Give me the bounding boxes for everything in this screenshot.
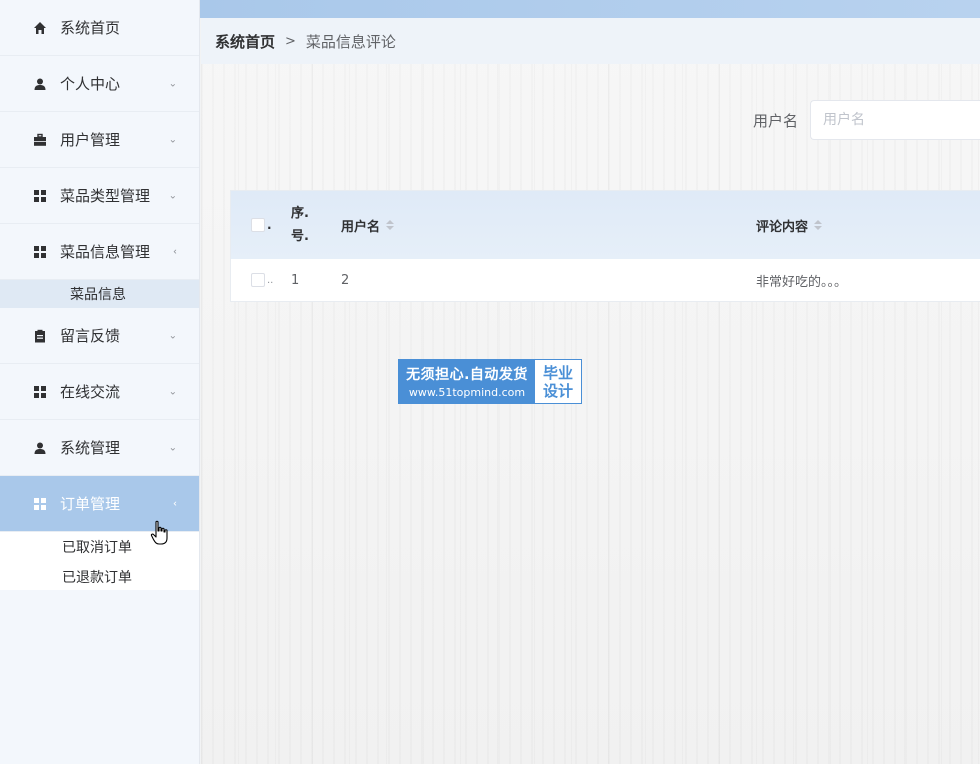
- header-username-label: 用户名: [341, 219, 381, 235]
- sidebar-item-label: 订单管理: [60, 495, 121, 513]
- submenu-item-dish-info[interactable]: 菜品信息: [0, 280, 199, 308]
- cell-comment: 非常好吃的。。。: [756, 274, 848, 290]
- grid-icon: [32, 244, 48, 260]
- sidebar-item-label: 个人中心: [60, 75, 121, 93]
- chevron-down-icon: ⌄: [168, 386, 177, 397]
- row-checkbox[interactable]: [251, 273, 265, 287]
- watermark-right2: 设计: [542, 381, 573, 400]
- select-all-checkbox[interactable]: [251, 218, 265, 232]
- sidebar-item-label: 用户管理: [60, 131, 121, 149]
- sidebar-item-label: 菜品信息管理: [60, 243, 151, 261]
- chevron-down-icon: ⌄: [168, 442, 177, 453]
- table-row[interactable]: .. 1 2 非常好吃的。。。: [231, 259, 980, 301]
- header-seq-line1: 序.: [291, 206, 309, 221]
- submenu-item-label: 菜品信息: [70, 287, 126, 303]
- breadcrumb-separator: >: [285, 33, 296, 49]
- sidebar-item-dish-info-management[interactable]: 菜品信息管理 ‹: [0, 224, 199, 280]
- header-username[interactable]: 用户名: [341, 216, 756, 235]
- chevron-down-icon: ⌄: [168, 190, 177, 201]
- breadcrumb-home[interactable]: 系统首页: [215, 31, 275, 52]
- submenu-item-label: 已退款订单: [62, 570, 132, 586]
- watermark-left: 无须担心.自动发货 www.51topmind.com: [399, 360, 535, 403]
- header-seq: 序. 号.: [291, 202, 341, 248]
- breadcrumb-current: 菜品信息评论: [305, 32, 396, 51]
- sidebar-item-message-feedback[interactable]: 留言反馈 ⌄: [0, 308, 199, 364]
- user-icon: [32, 76, 48, 92]
- submenu-item-label: 已取消订单: [62, 540, 132, 556]
- search-label: 用户名: [752, 111, 798, 130]
- chevron-up-icon: ‹: [173, 246, 177, 257]
- cell-username: 2: [341, 272, 350, 288]
- sort-caret-icon[interactable]: [386, 220, 395, 230]
- sidebar-item-label: 在线交流: [60, 383, 121, 401]
- chevron-up-icon: ‹: [173, 498, 177, 509]
- top-header-bar: [200, 0, 980, 18]
- chevron-down-icon: ⌄: [168, 134, 177, 145]
- header-comment[interactable]: 评论内容: [756, 216, 980, 235]
- main-content: 系统首页 > 菜品信息评论 用户名 . 序. 号. 用户名 评论内容: [201, 18, 980, 764]
- home-icon: [32, 20, 48, 36]
- watermark-line2: www.51topmind.com: [408, 386, 526, 399]
- grid-icon: [32, 188, 48, 204]
- hand-cursor-icon: [150, 520, 168, 545]
- sort-caret-icon[interactable]: [814, 220, 823, 230]
- sidebar-item-online-chat[interactable]: 在线交流 ⌄: [0, 364, 199, 420]
- header-checkbox-cell: .: [231, 218, 291, 232]
- breadcrumb: 系统首页 > 菜品信息评论: [201, 18, 980, 64]
- header-checkbox-mark: .: [267, 218, 272, 232]
- row-checkbox-mark: ..: [267, 274, 274, 286]
- clipboard-icon: [32, 328, 48, 344]
- search-row: 用户名: [753, 100, 980, 140]
- header-seq-line2: 号.: [291, 229, 309, 244]
- watermark-right1: 毕业: [542, 363, 573, 382]
- sidebar-item-dish-type-management[interactable]: 菜品类型管理 ⌄: [0, 168, 199, 224]
- watermark-badge: 无须担心.自动发货 www.51topmind.com 毕业 设计: [398, 359, 582, 404]
- watermark-right: 毕业 设计: [535, 360, 581, 403]
- sidebar-item-system-management[interactable]: 系统管理 ⌄: [0, 420, 199, 476]
- row-checkbox-cell: ..: [231, 273, 291, 287]
- comments-table: . 序. 号. 用户名 评论内容 .. 1 2 非常好吃的。。。: [230, 190, 980, 302]
- grid-icon: [32, 496, 48, 512]
- header-comment-label: 评论内容: [756, 219, 809, 235]
- sidebar-menu: 系统首页 个人中心 ⌄ 用户管理 ⌄ 菜品类型管理 ⌄ 菜品信息管理 ‹ 菜品信…: [0, 0, 200, 764]
- sidebar-item-label: 系统管理: [60, 439, 121, 457]
- briefcase-icon: [32, 132, 48, 148]
- sidebar-item-user-management[interactable]: 用户管理 ⌄: [0, 112, 199, 168]
- sidebar-item-label: 留言反馈: [60, 327, 121, 345]
- sidebar-item-label: 菜品类型管理: [60, 187, 151, 205]
- user-icon: [32, 440, 48, 456]
- sidebar-item-label: 系统首页: [60, 19, 121, 37]
- chevron-down-icon: ⌄: [168, 330, 177, 341]
- username-search-input[interactable]: [810, 100, 980, 140]
- sidebar-item-home[interactable]: 系统首页: [0, 0, 199, 56]
- submenu-item-refunded-orders[interactable]: 已退款订单: [0, 562, 199, 590]
- cell-seq: 1: [291, 272, 300, 288]
- grid-icon: [32, 384, 48, 400]
- chevron-down-icon: ⌄: [168, 78, 177, 89]
- sidebar-item-personal-center[interactable]: 个人中心 ⌄: [0, 56, 199, 112]
- watermark-line1: 无须担心.自动发货: [406, 367, 528, 383]
- table-header: . 序. 号. 用户名 评论内容: [231, 191, 980, 259]
